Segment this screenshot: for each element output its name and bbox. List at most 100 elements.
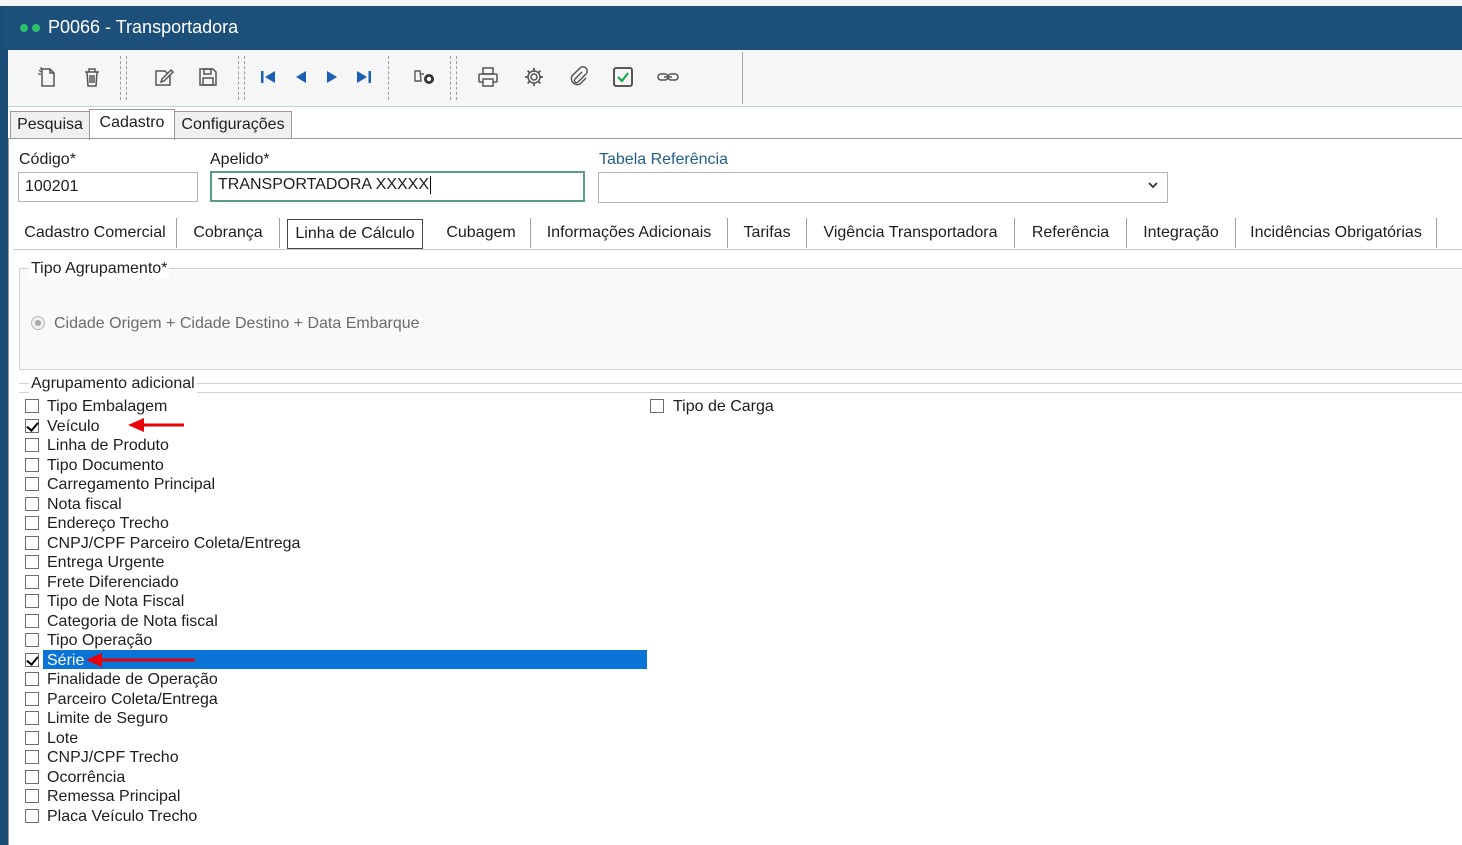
checkbox-label: Tipo de Nota Fiscal	[47, 593, 185, 610]
text-caret	[430, 175, 432, 194]
checkbox-label: Ocorrência	[47, 769, 126, 786]
tabela-referencia-label[interactable]: Tabela Referência	[599, 151, 728, 169]
tab-cubagem[interactable]: Cubagem	[432, 218, 531, 248]
print-button[interactable]	[472, 61, 504, 93]
checkbox-linha-de-produto[interactable]	[25, 438, 39, 452]
checkbox-endere-o-trecho[interactable]	[25, 516, 39, 530]
next-record-button[interactable]	[316, 61, 348, 93]
checkbox-tipo-de-nota-fiscal[interactable]	[25, 594, 39, 608]
checkbox-entrega-urgente[interactable]	[25, 555, 39, 569]
checkbox-s-rie[interactable]	[25, 653, 39, 667]
apelido-value: TRANSPORTADORA XXXXX	[218, 176, 430, 193]
settings-button[interactable]	[518, 61, 550, 93]
print-icon	[478, 67, 498, 87]
attach-button[interactable]	[562, 61, 594, 93]
toolbar	[10, 52, 743, 104]
checkbox-placa-ve-culo-trecho[interactable]	[25, 809, 39, 823]
save-button[interactable]	[192, 61, 224, 93]
first-record-button[interactable]	[252, 61, 284, 93]
toolbar-separator	[388, 56, 390, 100]
main-tabs: Pesquisa Cadastro Configurações	[8, 109, 1462, 140]
first-record-icon	[261, 71, 275, 83]
delete-button[interactable]	[76, 61, 108, 93]
last-record-icon	[357, 71, 371, 83]
search-button[interactable]	[408, 61, 440, 93]
checkbox-ocorr-ncia[interactable]	[25, 770, 39, 784]
tab-cadastro[interactable]: Cadastro	[89, 109, 175, 140]
edit-icon	[155, 68, 175, 86]
checkbox-label: Limite de Seguro	[47, 710, 168, 727]
tab-pesquisa[interactable]: Pesquisa	[10, 111, 90, 138]
last-record-button[interactable]	[348, 61, 380, 93]
new-document-button[interactable]	[32, 61, 64, 93]
checkbox-label: Nota fiscal	[47, 496, 122, 513]
tabela-referencia-select[interactable]	[598, 172, 1168, 203]
tab-cobranca[interactable]: Cobrança	[177, 218, 280, 248]
checkbox-lote[interactable]	[25, 731, 39, 745]
checkbox-nota-fiscal[interactable]	[25, 497, 39, 511]
link-button[interactable]	[652, 61, 684, 93]
window-left-edge	[0, 6, 8, 845]
checkbox-categoria-de-nota-fiscal[interactable]	[25, 614, 39, 628]
checkbox-tipo-documento[interactable]	[25, 458, 39, 472]
apelido-field[interactable]: TRANSPORTADORA XXXXX	[210, 171, 585, 202]
toolbar-separator	[238, 56, 240, 100]
apelido-label: Apelido*	[210, 151, 270, 168]
selected-row-highlight	[43, 650, 647, 669]
checkbox-tipo-de-carga[interactable]	[650, 399, 664, 413]
checkbox-tipo-embalagem[interactable]	[25, 399, 39, 413]
status-dot-icon	[32, 24, 40, 32]
checkbox-finalidade-de-opera-o[interactable]	[25, 672, 39, 686]
checkbox-label: Entrega Urgente	[47, 554, 165, 571]
tab-linha-de-calculo[interactable]: Linha de Cálculo	[287, 219, 423, 249]
subtab-baseline	[14, 249, 1462, 250]
tipo-agrupamento-option: Cidade Origem + Cidade Destino + Data Em…	[54, 315, 420, 332]
checkbox-label: CNPJ/CPF Trecho	[47, 749, 179, 766]
checkbox-carregamento-principal[interactable]	[25, 477, 39, 491]
checkbox-label: Lote	[47, 730, 79, 747]
next-record-icon	[327, 71, 337, 83]
checkbox-label: Remessa Principal	[47, 788, 181, 805]
checkbox-frete-diferenciado[interactable]	[25, 575, 39, 589]
title-bar: P0066 - Transportadora	[6, 6, 1462, 50]
toolbar-separator	[120, 56, 122, 100]
previous-record-icon	[296, 71, 306, 83]
window-title: P0066 - Transportadora	[48, 17, 239, 37]
codigo-field[interactable]: 100201	[18, 172, 198, 202]
binoculars-search-icon	[414, 70, 434, 84]
checkbox-cnpj-cpf-trecho[interactable]	[25, 750, 39, 764]
save-icon	[199, 68, 217, 86]
confirm-button[interactable]	[607, 61, 639, 93]
tab-cadastro-comercial[interactable]: Cadastro Comercial	[14, 218, 177, 248]
checkbox-ve-culo[interactable]	[25, 419, 39, 433]
link-icon	[657, 73, 679, 81]
tab-referencia[interactable]: Referência	[1015, 218, 1127, 248]
checkbox-label: Finalidade de Operação	[47, 671, 218, 688]
tab-integracao[interactable]: Integração	[1127, 218, 1236, 248]
checkbox-label: Frete Diferenciado	[47, 574, 179, 591]
status-dot-icon	[20, 24, 28, 32]
checkbox-remessa-principal[interactable]	[25, 789, 39, 803]
tab-configuracoes[interactable]: Configurações	[174, 111, 292, 138]
checkbox-limite-de-seguro[interactable]	[25, 711, 39, 725]
checkbox-tipo-opera-o[interactable]	[25, 633, 39, 647]
checkbox-cnpj-cpf-parceiro-coleta-entrega[interactable]	[25, 536, 39, 550]
agrupamento-adicional-label: Agrupamento adicional	[29, 375, 197, 393]
tab-informacoes-adicionais[interactable]: Informações Adicionais	[531, 218, 728, 248]
annotation-arrow-icon	[128, 418, 184, 432]
edit-button[interactable]	[148, 61, 180, 93]
chevron-down-icon	[1148, 182, 1158, 189]
checkbox-label: Tipo Embalagem	[47, 398, 168, 415]
codigo-value: 100201	[25, 178, 79, 195]
paperclip-icon	[570, 66, 588, 86]
checkbox-parceiro-coleta-entrega[interactable]	[25, 692, 39, 706]
checkbox-label: Tipo de Carga	[673, 398, 774, 415]
tipo-agrupamento-radio[interactable]	[31, 316, 45, 330]
checkbox-label: Linha de Produto	[47, 437, 169, 454]
tab-incidencias-obrigatorias[interactable]: Incidências Obrigatórias	[1236, 218, 1437, 248]
checkbox-label: Veículo	[47, 418, 100, 435]
tab-vigencia-transportadora[interactable]: Vigência Transportadora	[807, 218, 1015, 248]
checkbox-label: Placa Veículo Trecho	[47, 808, 198, 825]
tab-tarifas[interactable]: Tarifas	[728, 218, 807, 248]
previous-record-button[interactable]	[285, 61, 317, 93]
